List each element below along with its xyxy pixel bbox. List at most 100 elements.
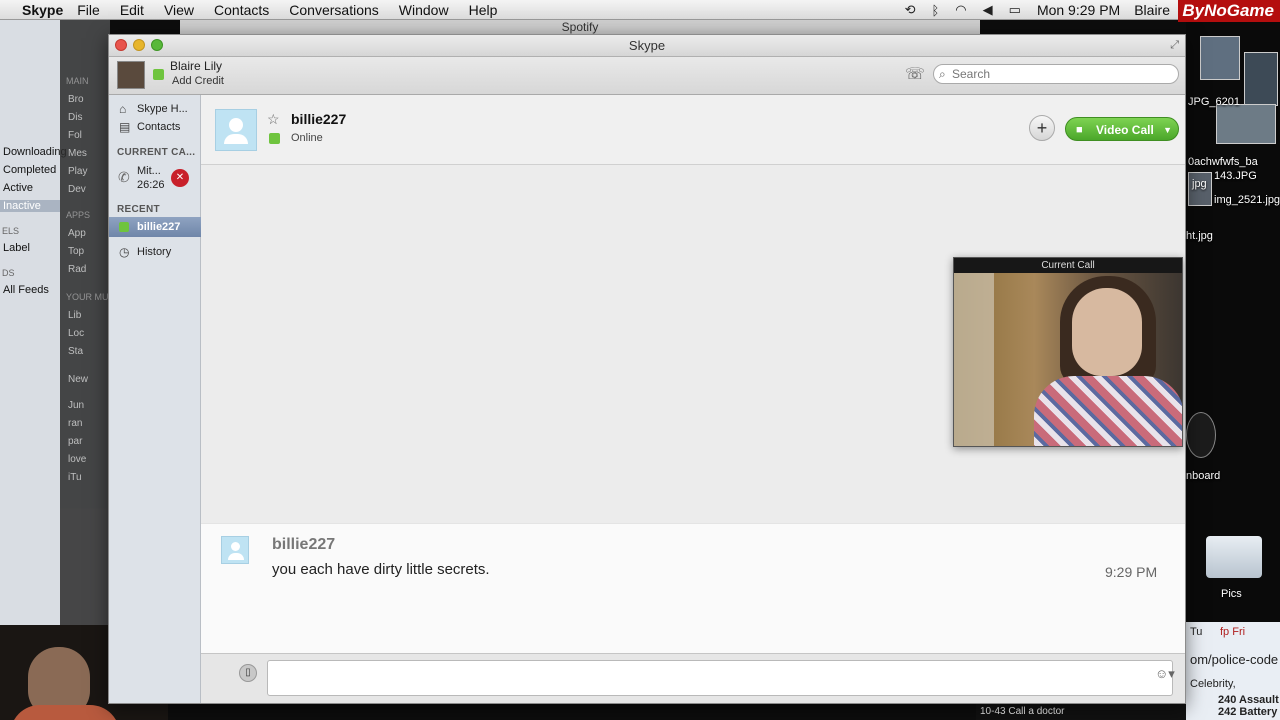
- current-call-name: Mit...: [137, 165, 161, 177]
- section-feeds: DS: [2, 268, 15, 278]
- online-status-icon: [119, 222, 129, 232]
- phone-icon: ✆: [118, 169, 130, 185]
- desktop-file-label[interactable]: 143.JPG: [1214, 170, 1257, 182]
- spotify-item: New: [68, 374, 89, 385]
- fullscreen-icon[interactable]: ⤢: [1170, 39, 1179, 52]
- menu-user[interactable]: Blaire: [1134, 2, 1170, 18]
- spotify-item: Fol: [68, 130, 82, 141]
- spotify-playlist: par: [68, 436, 83, 447]
- battery-icon[interactable]: ▭: [1009, 2, 1021, 18]
- desktop-file-label[interactable]: ht.jpg: [1186, 230, 1213, 242]
- compose-bar: ▯ ☺▾: [201, 653, 1185, 703]
- browser-url: om/police-code: [1190, 652, 1279, 667]
- wifi-icon[interactable]: ◠: [955, 2, 966, 18]
- browser-text: 240 Assault: [1218, 694, 1279, 706]
- spotify-item: Dis: [68, 112, 83, 123]
- skype-titlebar: Skype ⤢: [109, 35, 1185, 57]
- contact-status-icon: [269, 133, 280, 144]
- video-door: [954, 273, 994, 446]
- menu-edit[interactable]: Edit: [120, 2, 144, 18]
- filter-all-feeds: All Feeds: [3, 284, 49, 296]
- menu-contacts[interactable]: Contacts: [214, 2, 269, 18]
- contact-name[interactable]: billie227: [291, 111, 346, 127]
- sidebar-item-contacts[interactable]: ▤ Contacts: [109, 117, 201, 137]
- spotify-section-main: MAIN: [66, 76, 89, 86]
- video-camera-icon: ■: [1076, 124, 1083, 136]
- search-placeholder: Search: [952, 67, 991, 81]
- sidebar-item-recent-billie227[interactable]: billie227: [109, 217, 201, 237]
- spotify-item: Mes: [68, 148, 87, 159]
- window-title: Skype: [628, 38, 666, 53]
- time-machine-icon[interactable]: ⟲: [905, 2, 916, 18]
- menu-clock[interactable]: Mon 9:29 PM: [1037, 2, 1120, 18]
- sidebar-item-history[interactable]: ◷ History: [109, 242, 201, 262]
- bluetooth-icon[interactable]: ᛒ: [931, 3, 939, 18]
- menu-view[interactable]: View: [164, 2, 194, 18]
- volume-icon[interactable]: ◀: [983, 2, 993, 18]
- message-avatar: [221, 536, 249, 564]
- spotify-item: Top: [68, 246, 85, 257]
- desktop-photo-thumbnail[interactable]: [1244, 52, 1278, 106]
- desktop-photo-thumbnail[interactable]: [1216, 104, 1276, 144]
- recent-header: RECENT: [117, 204, 160, 215]
- background-browser-window: Tu fp Fri om/police-code Celebrity, 240 …: [1186, 622, 1280, 720]
- filter-inactive: Inactive: [0, 200, 60, 212]
- skype-window: Skype ⤢ Blaire Lily Add Credit ☏ ⌕ Searc…: [108, 34, 1186, 704]
- filter-downloading: Downloading: [3, 146, 67, 158]
- add-credit-link[interactable]: Add Credit: [172, 75, 224, 87]
- account-status-icon[interactable]: [153, 69, 164, 80]
- sidebar-item-label: History: [137, 246, 172, 258]
- menu-app-name[interactable]: Skype: [22, 2, 63, 18]
- emoticon-icon[interactable]: ☺▾: [1155, 666, 1175, 682]
- contact-avatar[interactable]: [215, 109, 257, 151]
- spotify-item: Play: [68, 166, 88, 177]
- browser-text: 242 Battery: [1218, 706, 1278, 718]
- chevron-down-icon[interactable]: ▼: [1163, 118, 1172, 142]
- sidebar-item-label: Skype H...: [137, 103, 188, 115]
- browser-tab: Tu: [1190, 626, 1203, 638]
- home-icon: ⌂: [119, 102, 127, 116]
- desktop-file-label[interactable]: 0achwfwfs_ba: [1188, 156, 1258, 168]
- pics-folder-icon[interactable]: [1206, 536, 1262, 578]
- section-labels: ELS: [2, 226, 20, 236]
- sidebar-item-skype-home[interactable]: ⌂ Skype H...: [109, 99, 201, 119]
- spotify-item: App: [68, 228, 86, 239]
- spotify-item: Rad: [68, 264, 87, 275]
- account-avatar[interactable]: [117, 61, 145, 89]
- menu-bar: Skype File Edit View Contacts Conversati…: [0, 0, 1280, 20]
- desktop-clock-widget[interactable]: [1186, 412, 1216, 458]
- dial-pad-icon[interactable]: ☏: [905, 65, 925, 85]
- browser-tab: fp Fri: [1220, 626, 1246, 638]
- current-call-video[interactable]: Current Call: [953, 257, 1183, 447]
- desktop-file-label[interactable]: jpg: [1192, 178, 1207, 190]
- desktop-photo-thumbnail[interactable]: [1200, 36, 1240, 80]
- video-call-button[interactable]: ■ Video Call ▼: [1065, 117, 1179, 141]
- desktop-folder-label[interactable]: Pics: [1221, 588, 1242, 600]
- spotify-item: Bro: [68, 94, 84, 105]
- message-input[interactable]: [267, 660, 1173, 696]
- background-text-bar: 10-43 Call a doctor: [976, 704, 1186, 720]
- menu-file[interactable]: File: [77, 2, 100, 18]
- message-text: you each have dirty little secrets.: [272, 561, 490, 578]
- menu-conversations[interactable]: Conversations: [289, 2, 379, 18]
- skype-toolbar: Blaire Lily Add Credit ☏ ⌕ Search: [109, 57, 1185, 95]
- video-person-shirt: [1034, 376, 1182, 446]
- send-sms-icon[interactable]: ▯: [239, 664, 257, 682]
- hang-up-button[interactable]: ✕: [171, 169, 189, 187]
- menu-help[interactable]: Help: [469, 2, 498, 18]
- chat-history: billie227 you each have dirty little sec…: [201, 523, 1185, 653]
- clock-icon: ◷: [119, 245, 130, 259]
- current-call-entry[interactable]: ✆ Mit... 26:26 ✕: [109, 161, 201, 195]
- current-call-duration: 26:26: [137, 179, 165, 191]
- spotify-playlist: Jun: [68, 400, 85, 411]
- desktop-area: JPG_6201 0achwfwfs_ba 143.JPG jpg img_25…: [1186, 22, 1280, 720]
- account-name[interactable]: Blaire Lily: [170, 59, 222, 73]
- desktop-file-label[interactable]: nboard: [1186, 470, 1220, 482]
- favorite-star-icon[interactable]: ☆: [267, 111, 280, 128]
- menu-window[interactable]: Window: [399, 2, 449, 18]
- desktop-file-label[interactable]: img_2521.jpg: [1214, 194, 1280, 206]
- add-participant-button[interactable]: +: [1029, 115, 1055, 141]
- spotify-playlist: ran: [68, 418, 83, 429]
- search-input[interactable]: ⌕ Search: [933, 64, 1179, 84]
- desktop-file-label[interactable]: JPG_6201: [1188, 96, 1240, 108]
